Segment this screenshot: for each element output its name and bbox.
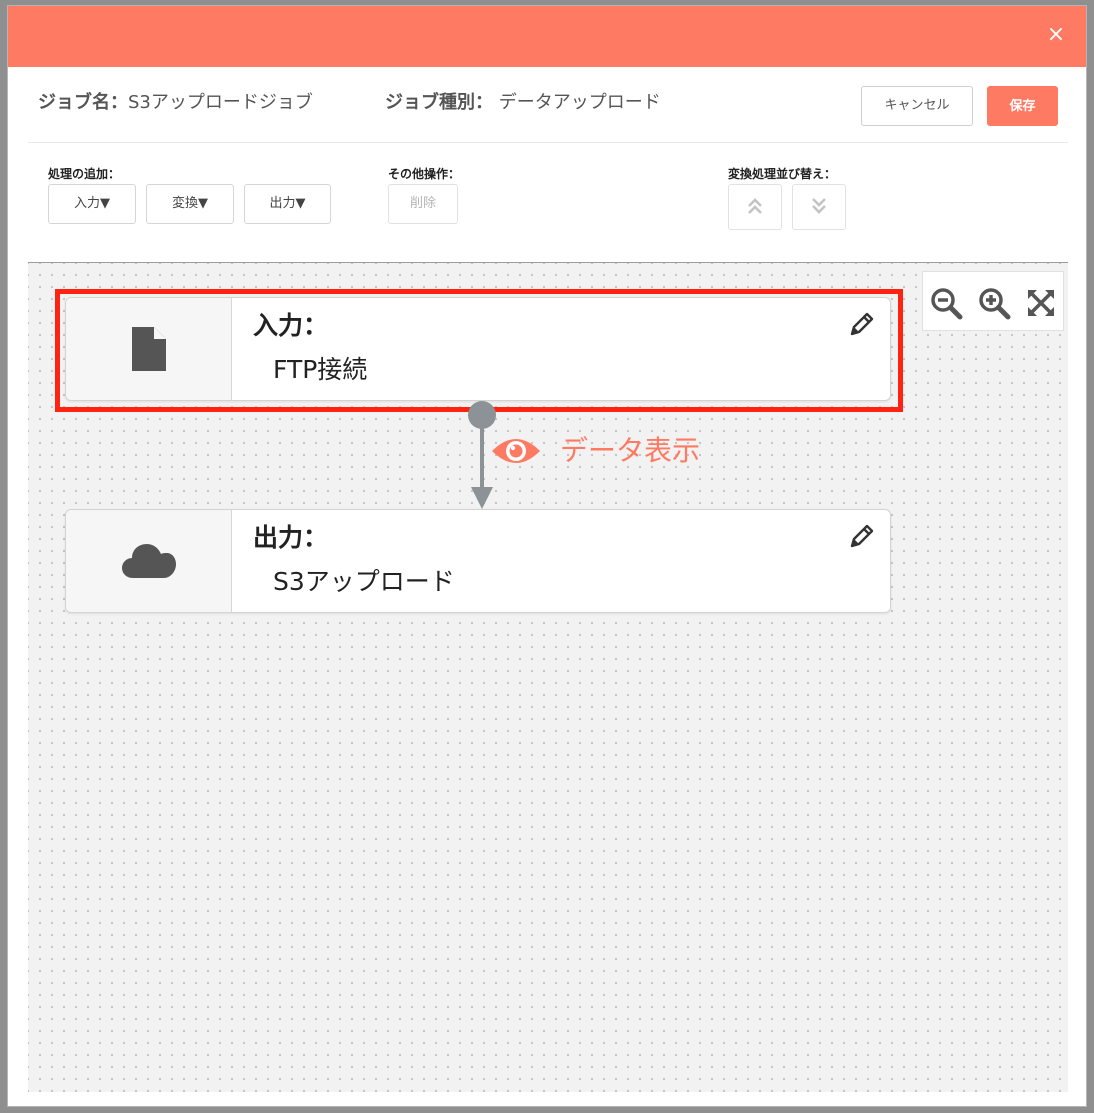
zoom-controls bbox=[922, 271, 1064, 331]
add-process-label: 処理の追加： bbox=[48, 167, 121, 181]
cancel-button[interactable]: キャンセル bbox=[861, 86, 973, 126]
cloud-icon bbox=[121, 544, 176, 578]
job-name-label: ジョブ名： bbox=[38, 92, 128, 113]
pencil-icon[interactable] bbox=[848, 522, 876, 550]
output-node-title: 出力： bbox=[253, 523, 329, 552]
zoom-out-icon[interactable] bbox=[929, 286, 963, 320]
pencil-icon[interactable] bbox=[848, 310, 876, 338]
sort-up-button[interactable] bbox=[728, 184, 782, 230]
add-output-button[interactable]: 出力▼ bbox=[244, 184, 331, 224]
other-actions-label: その他操作： bbox=[388, 167, 461, 181]
output-node-value: S3アップロード bbox=[273, 567, 455, 596]
zoom-in-icon[interactable] bbox=[977, 286, 1011, 320]
modal-header: × bbox=[8, 6, 1086, 67]
input-node-value: FTP接続 bbox=[273, 355, 368, 384]
data-preview-label: データ表示 bbox=[560, 434, 701, 467]
fit-screen-icon[interactable] bbox=[1024, 286, 1058, 320]
sort-down-button[interactable] bbox=[792, 184, 846, 230]
output-node-icon-area bbox=[66, 510, 232, 612]
job-name-value: S3アップロードジョブ bbox=[128, 92, 313, 113]
job-editor-modal: × ジョブ名：S3アップロードジョブ ジョブ種別： データアップロード キャンセ… bbox=[7, 5, 1087, 1107]
double-chevron-down-icon bbox=[812, 198, 826, 214]
delete-button[interactable]: 削除 bbox=[388, 184, 458, 224]
file-icon bbox=[131, 327, 166, 371]
input-node-title: 入力： bbox=[253, 311, 329, 340]
job-type-value: データアップロード bbox=[498, 92, 661, 113]
output-node[interactable]: 出力： S3アップロード bbox=[65, 509, 891, 613]
job-type: ジョブ種別： データアップロード bbox=[385, 88, 661, 114]
add-transform-button[interactable]: 変換▼ bbox=[146, 184, 234, 224]
flow-canvas[interactable]: 入力： FTP接続 データ表示 出力： S3アップロード bbox=[28, 262, 1068, 1092]
job-type-label: ジョブ種別： bbox=[385, 92, 493, 113]
close-icon[interactable]: × bbox=[1044, 23, 1068, 47]
add-input-button[interactable]: 入力▼ bbox=[48, 184, 136, 224]
job-name: ジョブ名：S3アップロードジョブ bbox=[38, 88, 313, 114]
header-divider bbox=[28, 142, 1068, 143]
input-node-icon-area bbox=[66, 298, 232, 400]
input-node[interactable]: 入力： FTP接続 bbox=[65, 297, 891, 401]
save-button[interactable]: 保存 bbox=[987, 86, 1058, 126]
sort-transform-label: 変換処理並び替え： bbox=[728, 167, 837, 181]
eye-icon bbox=[492, 439, 540, 463]
double-chevron-up-icon bbox=[748, 198, 762, 214]
